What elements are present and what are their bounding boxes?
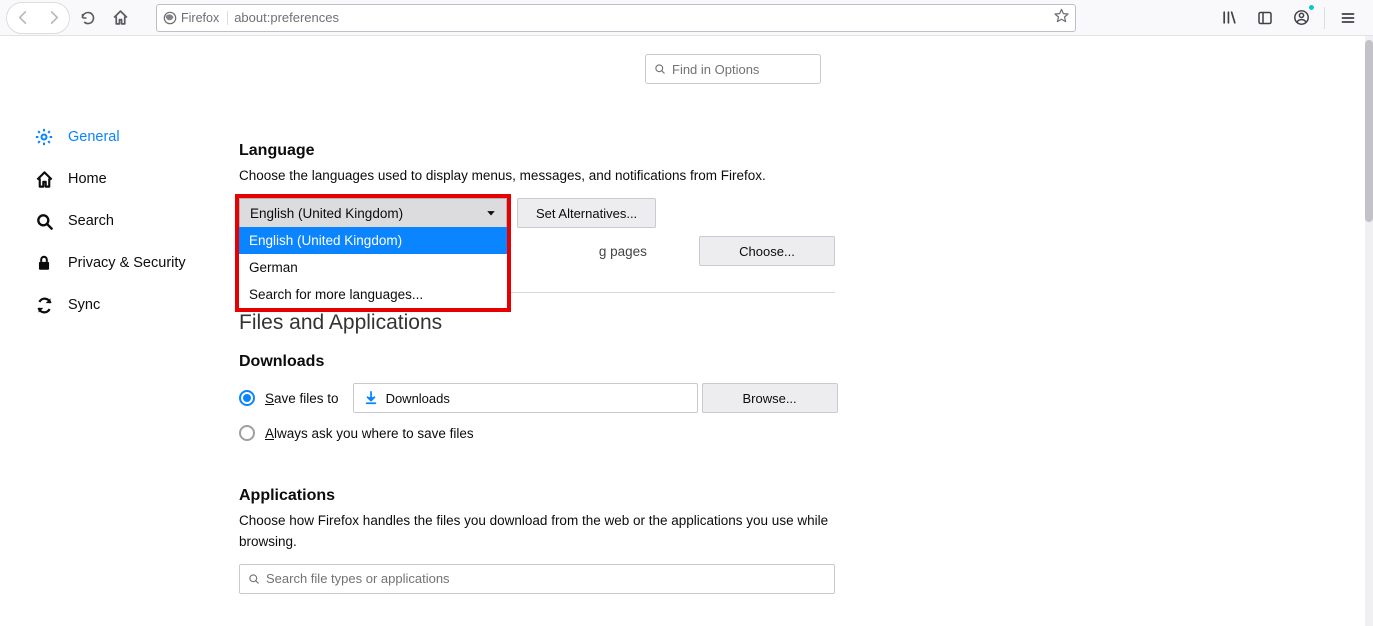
choose-language-button[interactable]: Choose... [699, 236, 835, 266]
library-icon [1221, 9, 1238, 26]
button-label: Choose... [739, 244, 795, 259]
notification-dot-icon [1308, 4, 1315, 11]
library-button[interactable] [1216, 5, 1242, 31]
toolbar-separator [1324, 7, 1325, 29]
button-label: Browse... [742, 391, 796, 406]
applications-search-placeholder: Search file types or applications [266, 571, 450, 586]
home-icon [34, 170, 54, 189]
sidebar-item-label: Sync [68, 297, 100, 313]
files-applications-heading: Files and Applications [239, 311, 1074, 335]
gear-icon [34, 127, 54, 147]
language-dropdown[interactable]: English (United Kingdom) English (United… [239, 198, 507, 228]
firefox-icon [163, 11, 177, 25]
identity-label: Firefox [181, 11, 219, 25]
applications-heading: Applications [239, 487, 1074, 505]
find-placeholder: Find in Options [672, 62, 759, 77]
arrow-left-icon [16, 10, 31, 25]
applications-description: Choose how Firefox handles the files you… [239, 511, 835, 552]
language-description: Choose the languages used to display men… [239, 166, 835, 186]
sidebar-toggle-button[interactable] [1252, 5, 1278, 31]
site-identity[interactable]: Firefox [163, 11, 228, 25]
lock-icon [34, 254, 54, 272]
sidebar-item-general[interactable]: General [34, 116, 225, 158]
find-in-options-input[interactable]: Find in Options [645, 54, 821, 84]
sidebar-item-label: Privacy & Security [68, 255, 186, 271]
language-option[interactable]: English (United Kingdom) [239, 227, 507, 254]
preferences-sidebar: General Home Search Privacy & Security S… [0, 36, 225, 626]
sidebar-item-sync[interactable]: Sync [34, 284, 225, 326]
account-button[interactable] [1288, 5, 1314, 31]
language-dropdown-button[interactable]: English (United Kingdom) [239, 198, 507, 228]
home-button[interactable] [106, 4, 134, 32]
save-to-label-rest: ave files to [274, 391, 339, 406]
set-alternatives-button[interactable]: Set Alternatives... [517, 198, 656, 228]
sidebar-item-privacy[interactable]: Privacy & Security [34, 242, 225, 284]
applications-search-input[interactable]: Search file types or applications [239, 564, 835, 594]
menu-button[interactable] [1335, 5, 1361, 31]
search-icon [654, 63, 666, 75]
sidebar-item-label: General [68, 129, 120, 145]
url-bar[interactable]: Firefox about:preferences [156, 4, 1076, 32]
chevron-down-icon [486, 208, 496, 218]
account-icon [1293, 9, 1310, 26]
sidebar-item-label: Home [68, 171, 107, 187]
language-selected-value: English (United Kingdom) [250, 206, 403, 221]
sidebar-item-search[interactable]: Search [34, 200, 225, 242]
always-ask-row[interactable]: Always ask you where to save files [239, 425, 1074, 441]
reload-button[interactable] [74, 4, 102, 32]
download-folder-value: Downloads [386, 391, 450, 406]
radio-save-files-to[interactable] [239, 390, 255, 406]
language-dropdown-list: English (United Kingdom) German Search f… [239, 227, 507, 308]
hamburger-icon [1340, 10, 1356, 26]
home-icon [112, 9, 129, 26]
sidebar-item-label: Search [68, 213, 114, 229]
back-button[interactable] [9, 4, 37, 32]
radio-always-ask[interactable] [239, 425, 255, 441]
save-files-to-row[interactable]: Save files to Downloads Browse... [239, 383, 1074, 413]
search-icon [248, 573, 260, 585]
reading-pages-fragment: g pages [599, 244, 647, 259]
arrow-right-icon [46, 10, 61, 25]
search-icon [34, 212, 54, 231]
download-arrow-icon [364, 391, 378, 405]
bookmark-star-button[interactable] [1054, 8, 1069, 28]
language-heading: Language [239, 142, 835, 160]
star-icon [1054, 8, 1069, 23]
reload-icon [80, 10, 96, 26]
browser-toolbar: Firefox about:preferences [0, 0, 1373, 36]
sidebar-icon [1257, 10, 1273, 26]
language-option[interactable]: Search for more languages... [239, 281, 507, 308]
download-folder-field[interactable]: Downloads [353, 383, 698, 413]
sync-icon [34, 296, 54, 315]
preferences-content: Find in Options Language Choose the lang… [225, 36, 1373, 626]
button-label: Set Alternatives... [536, 206, 637, 221]
nav-button-group [6, 2, 70, 34]
browse-button[interactable]: Browse... [702, 383, 838, 413]
language-option[interactable]: German [239, 254, 507, 281]
always-ask-rest: lways ask you where to save files [274, 426, 474, 441]
sidebar-item-home[interactable]: Home [34, 158, 225, 200]
forward-button[interactable] [39, 4, 67, 32]
downloads-heading: Downloads [239, 353, 1074, 371]
toolbar-right [1216, 5, 1367, 31]
main-area: General Home Search Privacy & Security S… [0, 36, 1373, 626]
url-text: about:preferences [234, 10, 1048, 25]
scrollbar-thumb[interactable] [1365, 40, 1373, 222]
